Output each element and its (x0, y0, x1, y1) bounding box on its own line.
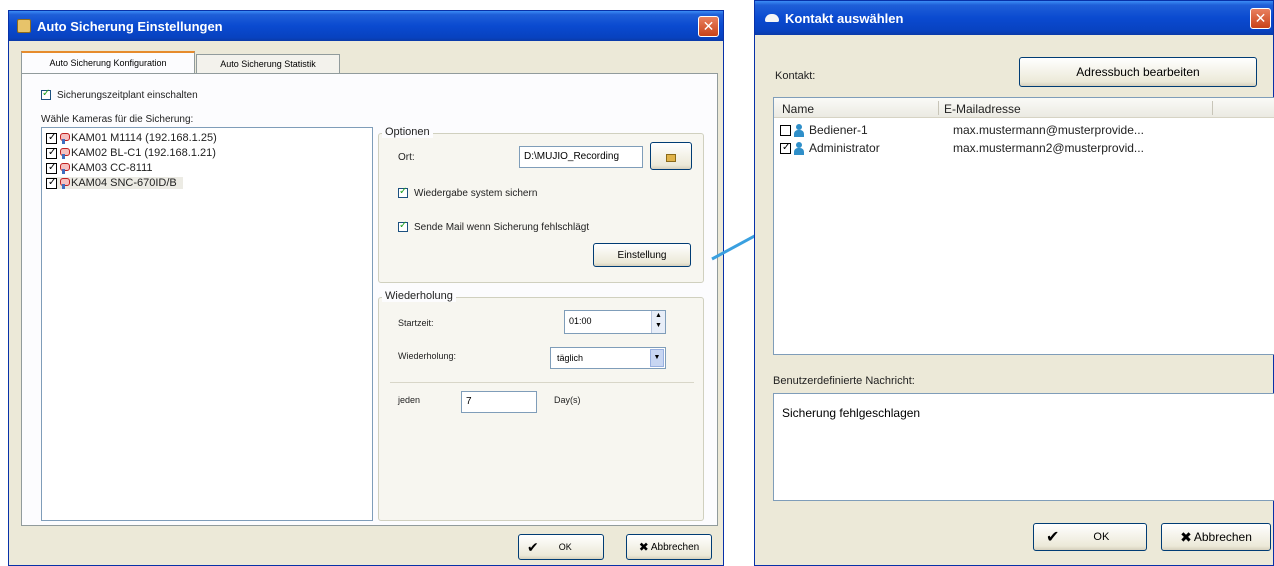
repeat-separator (390, 382, 694, 383)
checkbox-icon (780, 125, 791, 137)
close-button[interactable]: ✕ (1250, 8, 1271, 29)
camera-label: KAM04 SNC-670ID/B (71, 177, 177, 189)
camera-item[interactable]: KAM04 SNC-670ID/B (46, 177, 183, 189)
cancel-button[interactable]: ✖ Abbrechen (626, 534, 712, 560)
message-label: Benutzerdefinierte Nachricht: (773, 375, 915, 387)
start-time-value: 01:00 (569, 316, 592, 326)
cancel-label: Abbrechen (1193, 530, 1252, 544)
person-icon (793, 124, 805, 138)
unit-label: Day(s) (554, 395, 581, 405)
checkbox-icon (398, 186, 408, 199)
column-header-name[interactable]: Name (782, 102, 814, 116)
person-icon (793, 142, 805, 156)
camera-item[interactable]: KAM02 BL-C1 (192.168.1.21) (46, 147, 216, 159)
repeat-value: täglich (557, 353, 584, 363)
tab-statistics-label: Auto Sicherung Statistik (220, 59, 316, 69)
backup-playback-checkbox[interactable]: Wiedergabe system sichern (398, 186, 538, 199)
every-field[interactable]: 7 (461, 391, 537, 413)
enable-schedule-checkbox[interactable]: Sicherungszeitplant einschalten (41, 88, 198, 101)
camera-icon (59, 177, 70, 189)
tab-statistics[interactable]: Auto Sicherung Statistik (196, 54, 340, 73)
message-textarea[interactable]: Sicherung fehlgeschlagen (773, 393, 1274, 501)
camera-item[interactable]: KAM01 M1114 (192.168.1.25) (46, 132, 217, 144)
checkbox-icon (780, 142, 791, 155)
list-header: Name E-Mailadresse (774, 98, 1274, 118)
contact-row[interactable]: Bediener-1 max.mustermann@musterprovide..… (780, 123, 1144, 138)
spinner-arrows-icon[interactable]: ▲ ▼ (651, 311, 665, 333)
cancel-button[interactable]: ✖ Abbrechen (1161, 523, 1271, 551)
column-header-email[interactable]: E-Mailadresse (944, 102, 1021, 116)
camera-icon (59, 147, 70, 159)
camera-list[interactable]: KAM01 M1114 (192.168.1.25) KAM02 BL-C1 (… (41, 127, 373, 521)
camera-icon (59, 132, 70, 144)
close-button[interactable]: ✕ (698, 16, 719, 37)
camera-label: KAM03 CC-8111 (71, 162, 153, 174)
contact-row[interactable]: Administrator max.mustermann2@musterprovi… (780, 141, 1144, 156)
x-icon: ✖ (1180, 528, 1192, 545)
column-divider (1212, 101, 1213, 115)
lock-icon (666, 154, 676, 162)
camera-list-label: Wähle Kameras für die Sicherung: (41, 114, 194, 125)
checkbox-icon (46, 147, 57, 159)
ok-button[interactable]: ✔ OK (1033, 523, 1147, 551)
window-title: Auto Sicherung Einstellungen (37, 18, 223, 34)
settings-button-label: Einstellung (617, 249, 667, 261)
every-label: jeden (398, 395, 421, 405)
repeat-dropdown[interactable]: täglich ▼ (550, 347, 666, 369)
ok-button[interactable]: ✔ OK (518, 534, 604, 560)
send-mail-checkbox[interactable]: Sende Mail wenn Sicherung fehlschlägt (398, 220, 590, 233)
checkbox-icon (46, 177, 57, 189)
camera-icon (59, 162, 70, 174)
location-label: Ort: (398, 152, 415, 163)
contact-email: max.mustermann2@musterprovid... (953, 141, 1144, 155)
checkmark-icon: ✔ (527, 538, 539, 555)
backup-playback-label: Wiedergabe system sichern (414, 188, 538, 199)
contact-name: Administrator (809, 141, 880, 155)
repeat-group-label: Wiederholung (382, 290, 456, 302)
message-value: Sicherung fehlgeschlagen (782, 406, 921, 420)
x-icon: ✖ (638, 540, 649, 554)
column-divider (938, 101, 939, 115)
contact-label: Kontakt: (775, 70, 816, 82)
checkbox-icon (46, 132, 57, 144)
edit-addressbook-label: Adressbuch bearbeiten (1076, 65, 1200, 79)
ok-label: OK (558, 542, 572, 552)
start-time-spinner[interactable]: 01:00 ▲ ▼ (564, 310, 666, 334)
options-group-label: Optionen (382, 126, 433, 138)
location-field[interactable]: D:\MUJIO_Recording (519, 146, 643, 168)
camera-item[interactable]: KAM03 CC-8111 (46, 162, 153, 174)
contact-email: max.mustermann@musterprovide... (953, 123, 1144, 137)
title-bar[interactable]: Kontakt auswählen ✕ (755, 1, 1273, 35)
camera-label: KAM01 M1114 (192.168.1.25) (71, 132, 217, 144)
checkmark-icon: ✔ (1046, 529, 1060, 546)
start-time-label: Startzeit: (398, 318, 434, 328)
chevron-down-icon[interactable]: ▼ (650, 349, 664, 367)
contact-name: Bediener-1 (809, 123, 868, 137)
repeat-label: Wiederholung: (398, 351, 457, 361)
enable-schedule-label: Sicherungszeitplant einschalten (57, 90, 198, 101)
ok-label: OK (1093, 531, 1110, 543)
app-icon (765, 11, 779, 25)
camera-label: KAM02 BL-C1 (192.168.1.21) (71, 147, 216, 159)
tab-configuration[interactable]: Auto Sicherung Konfiguration (21, 51, 195, 73)
browse-folder-button[interactable] (650, 142, 692, 170)
auto-backup-settings-window: Auto Sicherung Einstellungen ✕ Auto Sich… (8, 10, 724, 566)
edit-addressbook-button[interactable]: Adressbuch bearbeiten (1019, 57, 1257, 87)
app-icon (17, 19, 31, 33)
select-contact-window: Kontakt auswählen ✕ Kontakt: Adressbuch … (754, 0, 1274, 566)
title-bar[interactable]: Auto Sicherung Einstellungen ✕ (9, 11, 723, 41)
tab-configuration-label: Auto Sicherung Konfiguration (49, 58, 167, 68)
contact-list[interactable]: Name E-Mailadresse Bediener-1 max.musterm… (773, 97, 1274, 355)
cancel-label: Abbrechen (650, 541, 700, 553)
send-mail-label: Sende Mail wenn Sicherung fehlschlägt (414, 222, 590, 233)
checkbox-icon (46, 162, 57, 174)
settings-button[interactable]: Einstellung (593, 243, 691, 267)
window-title: Kontakt auswählen (785, 10, 904, 26)
checkbox-icon (41, 88, 51, 101)
checkbox-icon (398, 220, 408, 233)
